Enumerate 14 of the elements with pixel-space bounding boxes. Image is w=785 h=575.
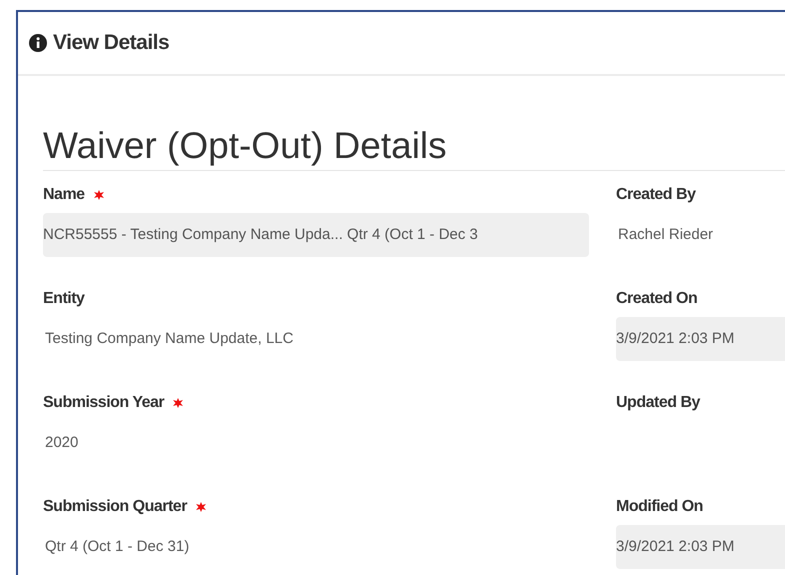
info-icon bbox=[29, 34, 47, 52]
field-label: Entity bbox=[43, 289, 84, 309]
field-label: Created By bbox=[616, 185, 696, 205]
field-value: 3/9/2021 2:03 PM bbox=[616, 317, 785, 361]
field-value: NCR55555 - Testing Company Name Upda... Qtr 4 (Oct 1 - Dec 3 bbox=[43, 213, 589, 257]
field-label: Submission Year bbox=[43, 393, 164, 413]
field-label: Submission Quarter bbox=[43, 497, 187, 517]
field-value: 3/9/2021 2:03 PM bbox=[616, 525, 785, 569]
field-label: Modified On bbox=[616, 497, 703, 517]
field-label: Updated By bbox=[616, 393, 700, 413]
field-label: Created On bbox=[616, 289, 698, 309]
form-heading: Waiver (Opt-Out) Details bbox=[43, 124, 785, 171]
field-label: Name bbox=[43, 185, 85, 205]
panel-title: View Details bbox=[53, 30, 170, 56]
